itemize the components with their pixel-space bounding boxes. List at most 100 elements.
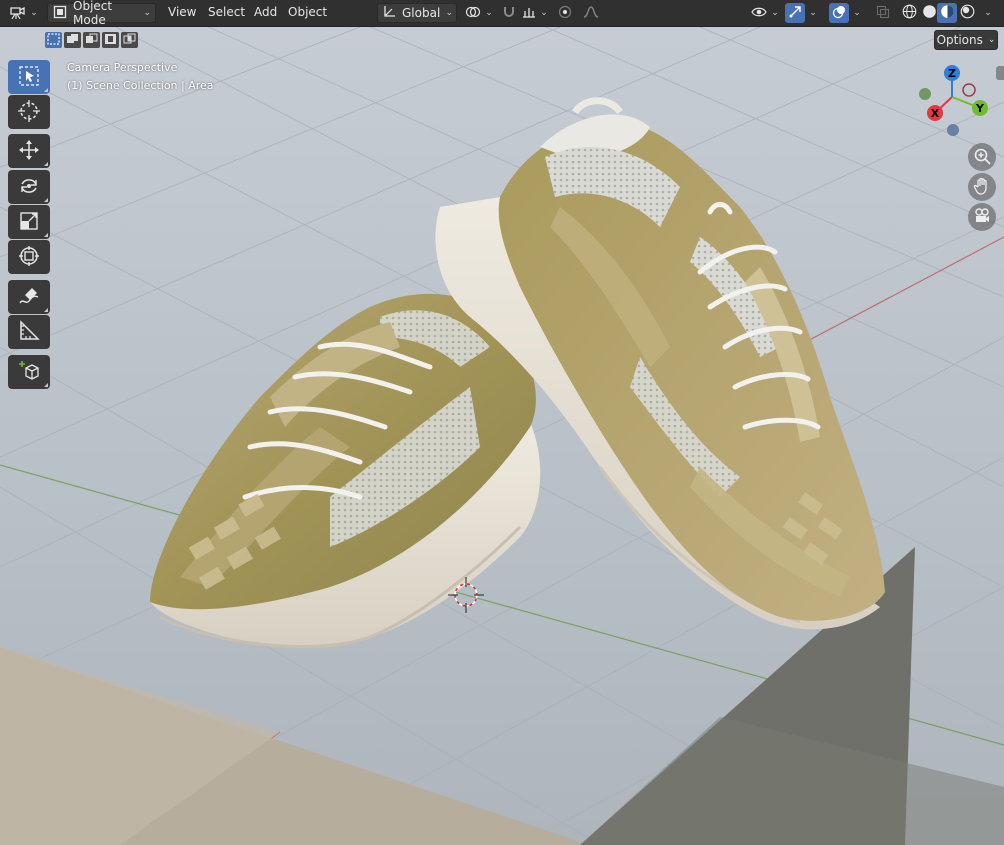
- navigation-gizmo[interactable]: X Y Z: [912, 62, 992, 142]
- camera-view-button[interactable]: [968, 203, 996, 231]
- tool-transform[interactable]: [8, 240, 50, 274]
- tool-select-box[interactable]: [8, 60, 50, 94]
- eye-icon: [751, 6, 767, 21]
- options-dropdown[interactable]: Options ⌄: [934, 30, 998, 50]
- scene-render: [0, 27, 1004, 845]
- gizmo-options-button[interactable]: ⌄: [806, 3, 820, 23]
- magnet-icon: [502, 5, 516, 22]
- gizmo-x-axis[interactable]: X: [927, 105, 943, 121]
- xray-icon: [876, 5, 890, 22]
- chevron-down-icon: ⌄: [853, 8, 861, 18]
- visibility-button[interactable]: ⌄: [748, 3, 782, 23]
- magnifier-zoom-icon: [973, 147, 991, 168]
- gizmo-z-label: Z: [948, 67, 956, 80]
- tool-annotate[interactable]: [8, 280, 50, 314]
- move-arrows-icon: [18, 139, 40, 164]
- snap-target-button[interactable]: ⌄: [521, 3, 549, 23]
- xray-toggle[interactable]: [873, 3, 893, 23]
- tool-scale[interactable]: [8, 205, 50, 239]
- chevron-down-icon: ⌄: [984, 8, 992, 18]
- tool-measure[interactable]: [8, 315, 50, 349]
- gizmo-neg-z[interactable]: [947, 124, 959, 136]
- pencil-icon: [18, 285, 40, 310]
- pivot-point-button[interactable]: ⌄: [464, 3, 494, 23]
- 3d-viewport[interactable]: [0, 27, 1004, 845]
- menu-add[interactable]: Add: [254, 5, 277, 19]
- pivot-icon: [465, 5, 481, 22]
- rotate-icon: [18, 175, 40, 200]
- gizmo-y-axis[interactable]: Y: [972, 100, 988, 116]
- camera-icon: [973, 207, 991, 228]
- orientation-axes-icon: [382, 5, 396, 22]
- object-mode-icon: [53, 5, 67, 22]
- select-intersect-icon: [123, 33, 136, 48]
- select-new-icon: [47, 32, 60, 48]
- mode-label: Object Mode: [73, 0, 113, 27]
- tool-cursor[interactable]: [8, 95, 50, 129]
- scale-icon: [18, 210, 40, 235]
- shading-options-button[interactable]: ⌄: [980, 3, 996, 23]
- chevron-down-icon: ⌄: [771, 8, 779, 18]
- viewport-header: ⌄ Object Mode ⌄ View Select Add Object G…: [0, 0, 1004, 27]
- hand-icon: [973, 177, 991, 198]
- chevron-down-icon: ⌄: [485, 8, 493, 18]
- select-mode-invert-button[interactable]: [102, 32, 119, 48]
- shading-wireframe-button[interactable]: [899, 3, 919, 23]
- viewport-perspective-label: Camera Perspective: [67, 61, 178, 74]
- select-invert-icon: [104, 33, 117, 48]
- proportional-edit-toggle[interactable]: [555, 3, 575, 23]
- add-cube-icon: [18, 360, 40, 385]
- solid-sphere-icon: [922, 4, 937, 22]
- chevron-down-icon: ⌄: [30, 8, 38, 18]
- options-label: Options: [936, 33, 983, 47]
- chevron-down-icon: ⌄: [809, 8, 817, 18]
- menu-select[interactable]: Select: [208, 5, 245, 19]
- tool-rotate[interactable]: [8, 170, 50, 204]
- snap-increment-icon: [522, 5, 536, 22]
- transform-orientation-dropdown[interactable]: Global ⌄: [377, 3, 457, 23]
- sidebar-toggle[interactable]: [996, 66, 1004, 80]
- ruler-icon: [18, 319, 40, 345]
- falloff-curve-icon: [583, 5, 599, 22]
- select-mode-subtract-button[interactable]: [83, 32, 100, 48]
- transform-icon: [18, 245, 40, 270]
- mode-dropdown[interactable]: Object Mode ⌄: [47, 0, 156, 27]
- select-subtract-icon: [85, 33, 98, 48]
- select-mode-extend-button[interactable]: [64, 32, 81, 48]
- gizmo-x-label: X: [931, 107, 940, 120]
- tool-move[interactable]: [8, 134, 50, 168]
- tool-add-cube[interactable]: [8, 355, 50, 389]
- viewport-collection-label: (1) Scene Collection | Area: [67, 79, 214, 92]
- gizmo-z-axis[interactable]: Z: [944, 65, 960, 81]
- shading-solid-button[interactable]: [919, 3, 939, 23]
- chevron-down-icon: ⌄: [540, 8, 548, 18]
- proportional-icon: [558, 5, 572, 22]
- orientation-label: Global: [402, 6, 441, 20]
- select-box-cursor-icon: [18, 65, 40, 90]
- gizmo-neg-y[interactable]: [919, 88, 931, 100]
- crosshair-cursor-icon: [17, 99, 41, 126]
- select-mode-intersect-button[interactable]: [121, 32, 138, 48]
- menu-object[interactable]: Object: [288, 5, 327, 19]
- chevron-down-icon: ⌄: [445, 8, 453, 18]
- gizmo-toggle[interactable]: [785, 3, 805, 23]
- gizmo-neg-x[interactable]: [962, 83, 976, 97]
- gizmo-icon: [788, 5, 802, 22]
- overlays-toggle[interactable]: [829, 3, 849, 23]
- pan-button[interactable]: [968, 173, 996, 201]
- tool-header: [0, 27, 1004, 53]
- gizmo-y-label: Y: [975, 102, 985, 115]
- shading-rendered-button[interactable]: [957, 3, 977, 23]
- zoom-button[interactable]: [968, 143, 996, 171]
- chevron-down-icon: ⌄: [987, 35, 996, 45]
- overlays-options-button[interactable]: ⌄: [850, 3, 864, 23]
- select-mode-new-button[interactable]: [45, 32, 62, 48]
- editor-type-button[interactable]: ⌄: [6, 3, 40, 23]
- menu-view[interactable]: View: [168, 5, 196, 19]
- chevron-down-icon: ⌄: [143, 8, 151, 18]
- snap-toggle[interactable]: [499, 3, 519, 23]
- shading-material-button[interactable]: [937, 3, 957, 23]
- material-sphere-icon: [940, 4, 955, 22]
- falloff-button[interactable]: [577, 3, 605, 23]
- overlays-icon: [832, 5, 846, 22]
